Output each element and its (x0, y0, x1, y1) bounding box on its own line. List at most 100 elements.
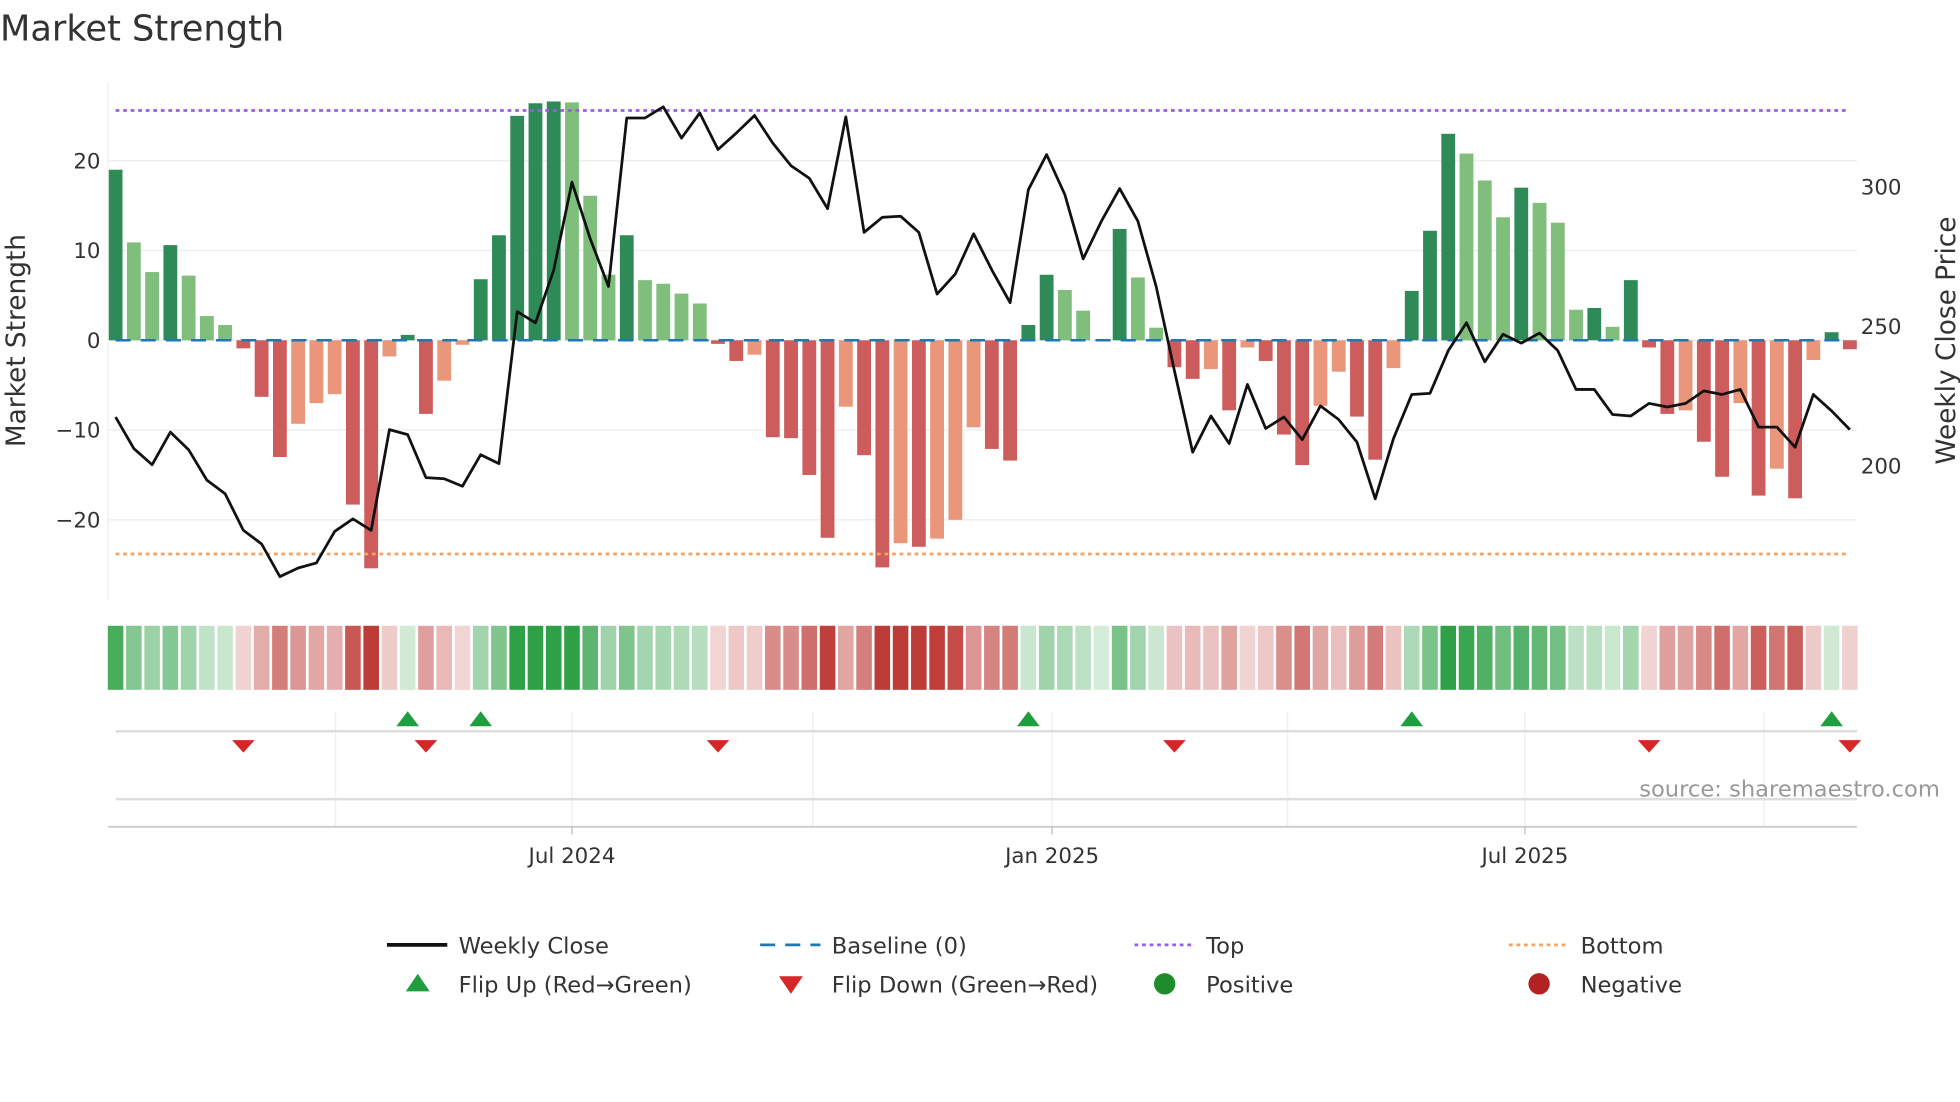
strip-cell (308, 625, 325, 690)
flip-down-marker (1163, 740, 1186, 753)
legend-item: Positive (1154, 973, 1293, 999)
strip-cell (1403, 625, 1420, 690)
strip-cell (1239, 625, 1256, 690)
y-tick-label: 20 (73, 149, 100, 174)
legend-label: Positive (1206, 973, 1293, 999)
legend: Weekly Close Baseline (0) Top Bottom Flip Up… (386, 934, 1682, 999)
strip-cell (1659, 625, 1676, 690)
strength-bar (309, 340, 324, 404)
strength-bar (1112, 228, 1127, 341)
strip-cell (1002, 625, 1018, 690)
strength-bar (546, 101, 561, 341)
strength-bar (1057, 290, 1072, 341)
strength-bar (1368, 340, 1383, 460)
strip-cell (965, 625, 982, 690)
strength-bar (1569, 309, 1583, 341)
strength-bar (948, 340, 963, 520)
legend-label: Baseline (0) (832, 934, 967, 960)
strength-bar (1222, 340, 1237, 411)
legend-label: Flip Up (Red→Green) (459, 973, 692, 999)
strip-cell (1075, 625, 1091, 690)
strength-bar (419, 340, 433, 414)
strength-bar (1605, 326, 1620, 341)
strip-cell (947, 625, 964, 690)
strength-bar (1769, 340, 1784, 469)
strip-cell (728, 625, 745, 690)
y2-tick-label: 200 (1861, 455, 1902, 480)
strip-cell (253, 625, 270, 690)
dot-icon (1154, 973, 1176, 995)
strip-cell (1476, 625, 1493, 690)
strength-bar (1003, 340, 1018, 461)
flip-up-marker (1017, 711, 1040, 727)
strip-cell (673, 625, 690, 690)
strength-bar (1842, 340, 1857, 350)
strength-bar (1130, 277, 1145, 341)
y-tick-label: 0 (87, 329, 101, 354)
strip-cell (1641, 625, 1657, 690)
strength-bar (1331, 340, 1346, 372)
strip-cell (1038, 625, 1055, 690)
strip-cell (929, 625, 945, 690)
strength-bar (1021, 325, 1036, 341)
strip-cell (1166, 625, 1183, 690)
strip-cell (1130, 625, 1146, 690)
legend-item: Flip Up (Red→Green) (405, 973, 692, 999)
strip-cell (801, 625, 818, 690)
legend-label: Top (1205, 934, 1244, 960)
x-tick-label: Jul 2024 (527, 844, 616, 869)
strip-cell (1330, 625, 1347, 690)
strength-bar (674, 293, 689, 341)
strip-cell (1842, 625, 1858, 690)
strip-cell (418, 625, 434, 690)
strip-cell (1586, 625, 1603, 690)
y2-axis-label: Weekly Close Price (1932, 216, 1960, 464)
legend-label: Negative (1581, 973, 1682, 999)
strength-bar (875, 340, 890, 568)
strip-cell (637, 625, 653, 690)
strength-bar (1660, 340, 1675, 414)
strength-bar (857, 340, 871, 456)
strength-bar (145, 272, 160, 341)
strip-cell (564, 625, 580, 690)
strength-bar (1386, 340, 1401, 369)
strength-bar (510, 115, 525, 341)
strength-bar (1039, 274, 1054, 341)
strength-bar (729, 340, 744, 361)
flip-up-marker (1400, 711, 1424, 727)
strip-cell (326, 625, 343, 690)
strip-cell (1696, 625, 1712, 690)
strip-cell (874, 625, 891, 690)
y-axis-label: Market Strength (2, 234, 32, 447)
strip-cell (1677, 625, 1694, 690)
strip-cell (1276, 625, 1292, 690)
strength-bar (1514, 187, 1529, 341)
strip-cell (1385, 625, 1402, 690)
strength-bar (911, 340, 926, 547)
strip-cell (1440, 625, 1457, 690)
strip-cell (911, 625, 927, 690)
strength-bar (382, 340, 397, 357)
chart-title: Market Strength (0, 8, 284, 49)
source-note: source: sharemaestro.com (1639, 777, 1940, 803)
strip-cell (1349, 625, 1365, 690)
y-tick-label: −20 (55, 508, 100, 533)
y2-tick-label: 250 (1861, 315, 1902, 340)
strength-bar (1258, 340, 1273, 361)
flip-up-marker (469, 711, 493, 727)
strip-cell (1367, 625, 1384, 690)
strength-bar (784, 340, 798, 439)
strip-cell (107, 625, 124, 690)
strength-bar (455, 340, 470, 345)
strip-cell (272, 625, 288, 690)
legend-label: Weekly Close (459, 934, 609, 960)
flip-down-marker (1838, 740, 1862, 753)
strip-cell (783, 625, 799, 690)
flip-down-marker (232, 740, 255, 753)
strength-bar (346, 340, 360, 505)
strip-cell (1732, 625, 1749, 690)
strip-cell (1093, 625, 1110, 690)
strip-cell (1787, 625, 1803, 690)
strip-cell (527, 625, 544, 690)
strength-bar (272, 340, 287, 457)
